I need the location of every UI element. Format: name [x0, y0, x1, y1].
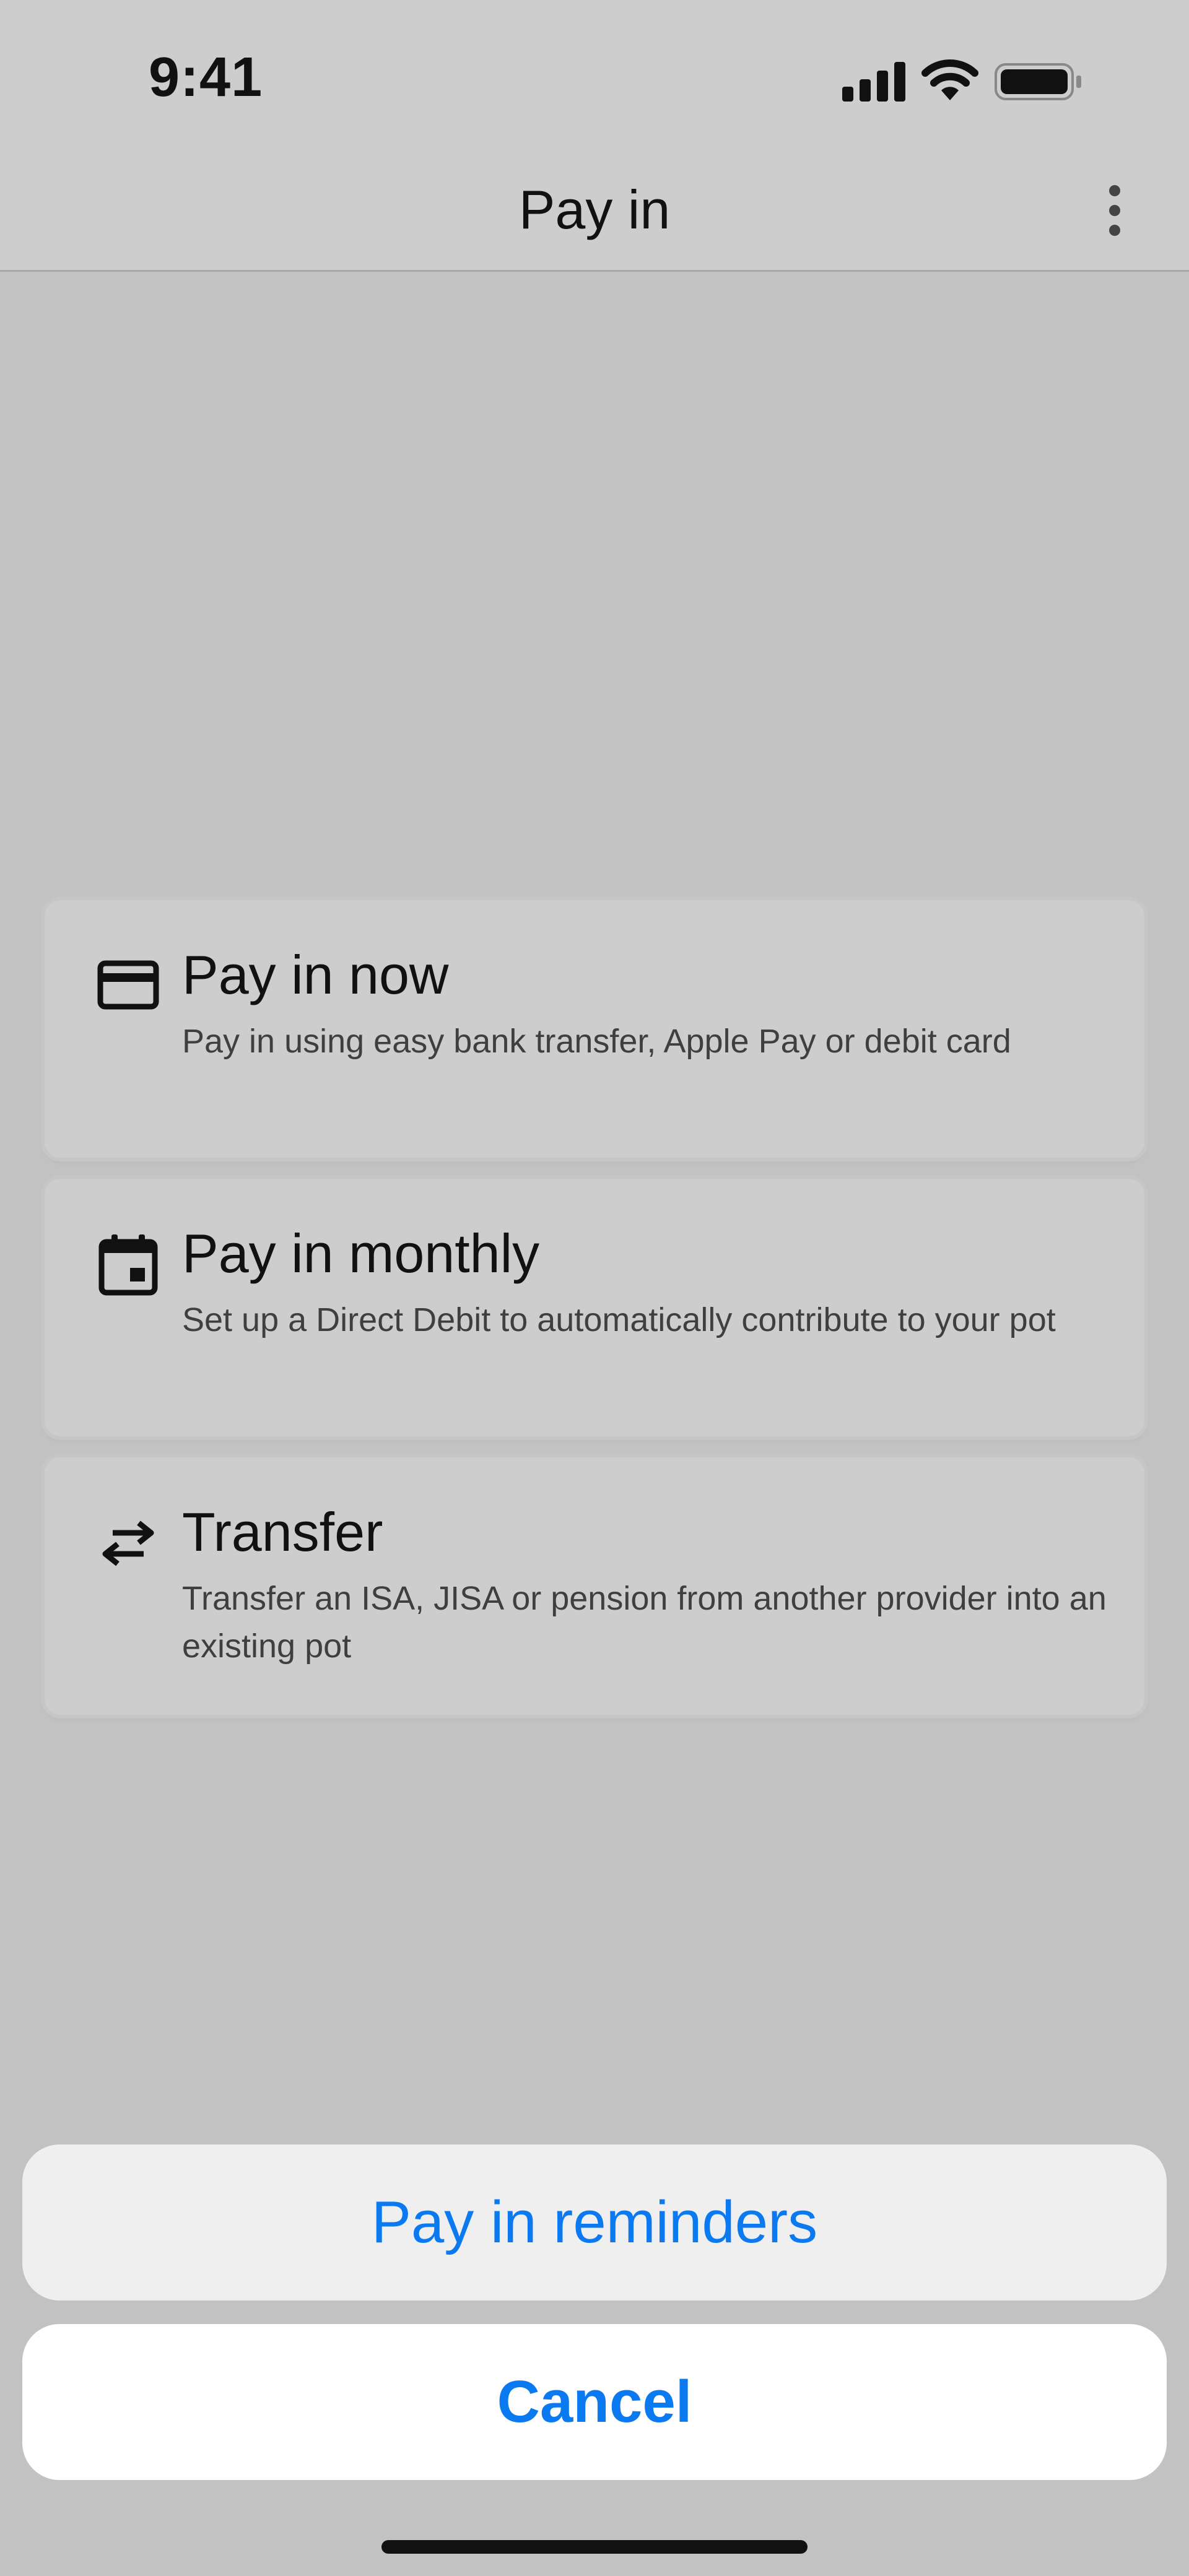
- home-indicator: [381, 2540, 808, 2554]
- option-title: Transfer: [182, 1501, 383, 1563]
- cancel-button[interactable]: Cancel: [22, 2324, 1167, 2480]
- option-description: Set up a Direct Debit to automatically c…: [182, 1301, 1056, 1338]
- option-title: Pay in monthly: [182, 1223, 540, 1284]
- page-title: Pay in: [518, 179, 671, 240]
- more-vertical-icon[interactable]: [1078, 176, 1152, 245]
- option-pay-in-now[interactable]: Pay in now Pay in using easy bank transf…: [45, 900, 1144, 1158]
- transfer-arrows-icon: [102, 1520, 154, 1566]
- cellular-signal-icon: [842, 62, 905, 102]
- credit-card-icon: [97, 960, 159, 1010]
- calendar-icon: [98, 1234, 158, 1296]
- status-bar: 9:41: [0, 0, 1189, 149]
- status-icons: [842, 59, 1081, 102]
- option-transfer[interactable]: Transfer Transfer an ISA, JISA or pensio…: [45, 1457, 1144, 1715]
- pay-in-reminders-button[interactable]: Pay in reminders: [22, 2144, 1167, 2301]
- option-description: Pay in using easy bank transfer, Apple P…: [182, 1023, 1011, 1060]
- option-pay-in-monthly[interactable]: Pay in monthly Set up a Direct Debit to …: [45, 1179, 1144, 1436]
- option-title: Pay in now: [182, 944, 449, 1005]
- status-time: 9:41: [149, 46, 263, 108]
- wifi-icon: [921, 59, 978, 100]
- option-description: Transfer an ISA, JISA or pension from an…: [182, 1580, 1107, 1665]
- nav-bar: Pay in: [0, 149, 1189, 272]
- battery-icon: [995, 63, 1081, 100]
